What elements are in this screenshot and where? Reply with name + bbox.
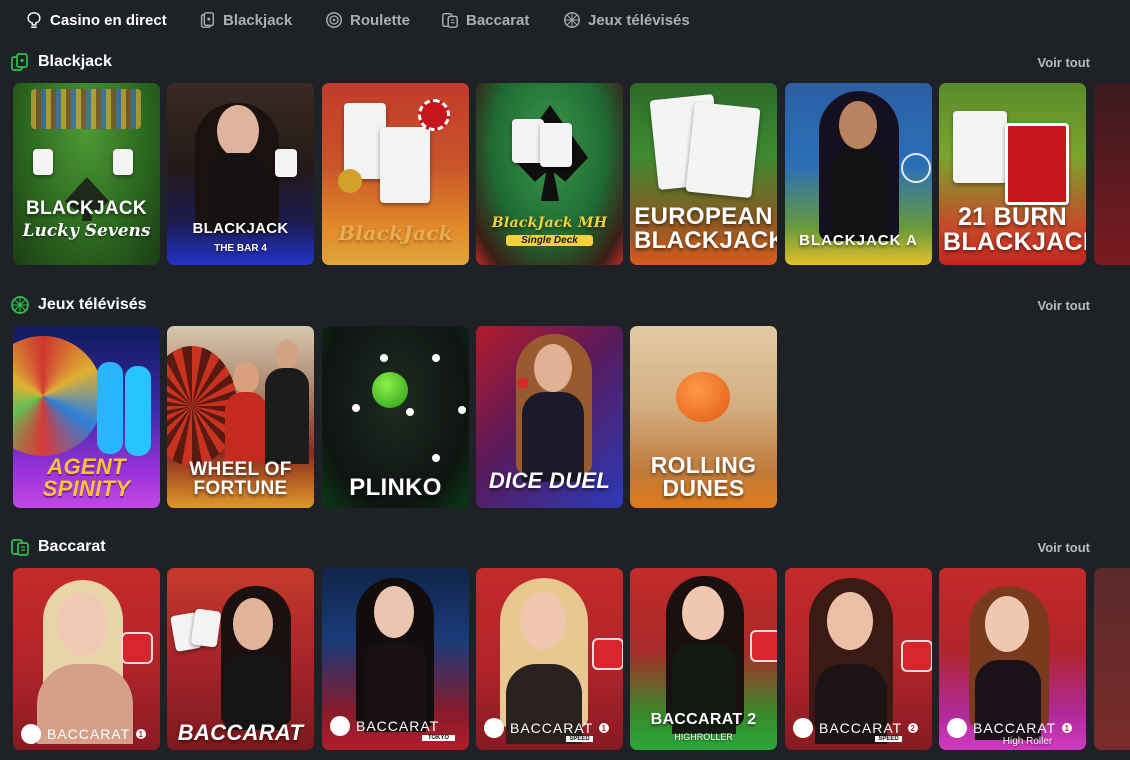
blackjack-icon: [200, 12, 215, 28]
nav-item-label: Casino en direct: [50, 11, 167, 29]
blackjack-icon: [11, 53, 28, 71]
game-tile[interactable]: BACCARAT 2 HIGHROLLER: [630, 568, 777, 750]
section-title: Jeux télévisés: [10, 295, 147, 315]
game-tile-partial[interactable]: [1094, 83, 1130, 265]
game-title: EUROPEAN BLACKJACK: [634, 203, 777, 254]
baccarat-icon: [11, 539, 29, 556]
game-subtitle: HIGHROLLER: [674, 732, 733, 742]
roulette-icon: [326, 12, 342, 28]
game-show-icon: [11, 296, 29, 314]
game-tile[interactable]: PLINKO: [322, 326, 469, 508]
game-title: BLACKJACK: [26, 198, 147, 219]
nav-item-label: Blackjack: [223, 11, 293, 29]
section-title: Baccarat: [10, 537, 106, 557]
provider-logo-icon: [947, 718, 967, 738]
game-title: BLACKJACK: [192, 220, 289, 237]
game-title: AGENT SPINITY: [42, 454, 131, 501]
table-number-badge: 1: [1062, 723, 1073, 733]
table-number-badge: 1: [599, 723, 610, 733]
game-subtitle: TOKYO: [422, 735, 455, 741]
game-tile[interactable]: BLACKJACK THE BAR 4: [167, 83, 314, 265]
see-all-link[interactable]: Voir tout: [1038, 55, 1090, 70]
game-title: BACCARAT: [819, 720, 903, 736]
game-title: BACCARAT: [973, 720, 1057, 736]
game-title: BACCARAT 2: [650, 711, 757, 728]
nav-item-label: Roulette: [350, 11, 410, 29]
game-subtitle: THE BAR 4: [214, 243, 267, 254]
game-tile[interactable]: DICE DUEL: [476, 326, 623, 508]
game-subtitle: SPEED: [875, 736, 902, 742]
live-casino-icon: [27, 12, 41, 28]
game-title: WHEEL OF FORTUNE: [189, 459, 292, 499]
blackjack-row: BLACKJACK Lucky Sevens BLACKJACK THE BAR…: [13, 83, 1130, 265]
game-title-row: BACCARAT 1: [484, 718, 617, 738]
game-tile[interactable]: BACCARAT: [167, 568, 314, 750]
game-title: BlackJack MH: [491, 215, 608, 231]
game-title-row: BACCARAT 2: [793, 718, 926, 738]
game-tile[interactable]: ROLLING DUNES: [630, 326, 777, 508]
nav-item-roulette[interactable]: Roulette: [325, 10, 410, 30]
table-number-badge: 1: [136, 729, 147, 739]
game-tile[interactable]: BLACKJACK Lucky Sevens: [13, 83, 160, 265]
game-tile[interactable]: BLACKJACK A: [785, 83, 932, 265]
see-all-link[interactable]: Voir tout: [1038, 540, 1090, 555]
game-tile[interactable]: AGENT SPINITY: [13, 326, 160, 508]
section-title: Blackjack: [10, 52, 112, 72]
game-tile[interactable]: EUROPEAN BLACKJACK: [630, 83, 777, 265]
nav-item-baccarat[interactable]: Baccarat: [441, 10, 529, 30]
nav-item-live-casino[interactable]: Casino en direct: [25, 10, 167, 30]
game-title-row: BACCARAT 1: [21, 724, 154, 744]
blackjack-section-header: Blackjack Voir tout: [10, 52, 1100, 76]
game-title: DICE DUEL: [488, 468, 611, 493]
game-title: BACCARAT: [356, 718, 440, 734]
game-title: 21 BURN BLACKJACK: [943, 203, 1086, 256]
game-subtitle: High Roller: [1002, 736, 1053, 747]
game-title: BACCARAT: [177, 720, 304, 745]
game-title: BACCARAT: [510, 720, 594, 736]
game-tile[interactable]: BACCARAT 1 SPEED: [476, 568, 623, 750]
provider-logo-icon: [484, 718, 504, 738]
game-title-row: BACCARAT 1: [947, 718, 1080, 738]
game-title: BLACKJACK A: [799, 232, 918, 249]
game-title: PLINKO: [349, 474, 442, 501]
game-tile[interactable]: BlackJack MH Single Deck: [476, 83, 623, 265]
table-number-badge: 2: [908, 723, 919, 733]
section-title-text: Baccarat: [38, 538, 106, 555]
provider-logo-icon: [21, 724, 41, 744]
game-tile-partial[interactable]: [1094, 568, 1130, 750]
game-title-row: BACCARAT: [330, 716, 463, 736]
game-title: BACCARAT: [47, 726, 131, 742]
nav-item-label: Baccarat: [466, 11, 530, 29]
game-tile[interactable]: BlackJack: [322, 83, 469, 265]
game-title: ROLLING DUNES: [650, 452, 757, 501]
provider-logo-icon: [330, 716, 350, 736]
game-tile[interactable]: BACCARAT TOKYO: [322, 568, 469, 750]
game-shows-row: AGENT SPINITY WHEEL OF FORTUNE PLINKO DI…: [13, 326, 1130, 508]
provider-logo-icon: [793, 718, 813, 738]
see-all-link[interactable]: Voir tout: [1038, 298, 1090, 313]
game-subtitle: Lucky Sevens: [22, 221, 151, 241]
section-title-text: Jeux télévisés: [38, 296, 147, 313]
nav-item-label: Jeux télévisés: [588, 11, 690, 29]
top-nav: Casino en direct Blackjack Roulette Bacc…: [0, 0, 1130, 40]
nav-item-blackjack[interactable]: Blackjack: [198, 10, 292, 30]
game-tile[interactable]: BACCARAT 1: [13, 568, 160, 750]
game-subtitle: SPEED: [566, 736, 593, 742]
game-tile[interactable]: WHEEL OF FORTUNE: [167, 326, 314, 508]
game-title: BlackJack: [338, 221, 453, 245]
game-tile[interactable]: 21 BURN BLACKJACK: [939, 83, 1086, 265]
baccarat-icon: [442, 12, 458, 28]
section-title-text: Blackjack: [38, 53, 112, 70]
game-tile[interactable]: BACCARAT 2 SPEED: [785, 568, 932, 750]
game-subtitle: Single Deck: [506, 235, 593, 246]
nav-item-game-shows[interactable]: Jeux télévisés: [563, 10, 690, 30]
game-show-icon: [564, 12, 580, 28]
baccarat-section-header: Baccarat Voir tout: [10, 537, 1100, 561]
baccarat-row: BACCARAT 1 BACCARAT BACCARAT TOKYO BACCA…: [13, 568, 1130, 750]
game-shows-section-header: Jeux télévisés Voir tout: [10, 295, 1100, 319]
game-tile[interactable]: BACCARAT 1 High Roller: [939, 568, 1086, 750]
